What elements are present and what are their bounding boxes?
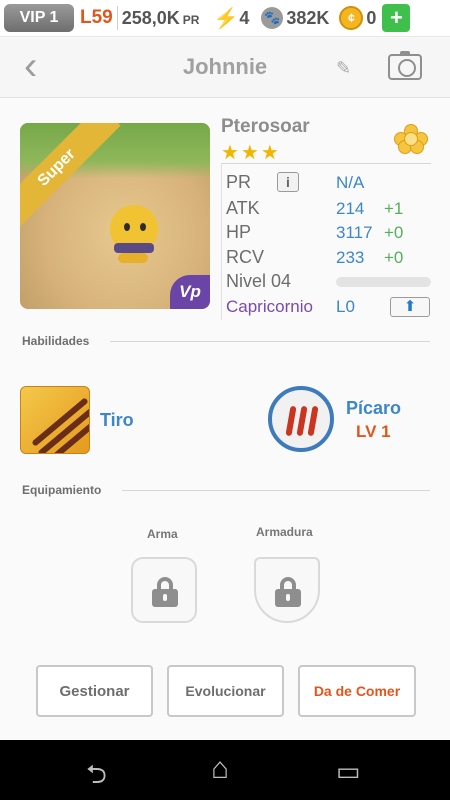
divider [221,163,222,320]
add-currency-button[interactable]: + [382,4,411,32]
trait-name[interactable]: Pícaro [346,398,401,419]
nav-home-icon[interactable]: ⌂ [211,752,229,786]
element-flower-icon [394,124,428,154]
stat-rcv-label: RCV [226,247,265,267]
pr-unit: PR [182,12,200,27]
food-count: 382K [286,7,330,28]
star-rating: ★★★ [221,142,281,164]
level-progress-bar [336,277,431,287]
pet-species: Pterosoar [221,116,310,137]
system-nav-bar: ⮌ ⌂ ▭ [0,740,450,800]
coin-count: 0 [366,7,377,28]
vip-badge[interactable]: VIP 1 [4,4,74,32]
skill-name[interactable]: Tiro [100,410,134,431]
lock-icon [152,577,178,607]
pet-portrait[interactable]: Super Vp [20,123,210,309]
stat-rcv-bonus: +0 [384,248,404,267]
edit-name-icon[interactable]: ✎ [336,58,351,79]
page-title: Johnnie [182,54,268,79]
zodiac-sign[interactable]: Capricornio [226,297,313,317]
weapon-slot-label: Arma [147,527,178,541]
status-bar: VIP 1 L59 258,0K PR ⚡ 4 🐾 382K ¢ 0 + [0,0,450,37]
stat-hp-label: HP [226,222,252,242]
zodiac-level: L0 [336,297,355,316]
armor-slot-label: Armadura [256,525,313,539]
nav-back-icon[interactable]: ⮌ [86,756,107,800]
camera-icon[interactable] [388,51,422,80]
stat-atk-bonus: +1 [384,199,404,218]
manage-button[interactable]: Gestionar [36,665,153,717]
player-pr: 258,0K PR [122,8,200,29]
arrows-skill-icon[interactable] [20,386,90,454]
trait-level: LV 1 [356,422,391,441]
divider [221,163,431,164]
stat-atk-value: 214 [336,199,365,218]
section-title-skills: Habilidades [22,334,90,348]
stat-atk-label: ATK [226,198,260,218]
page-header: ‹ Johnnie ✎ [0,38,450,98]
claw-trait-icon[interactable] [268,386,334,452]
zodiac-upgrade-button[interactable]: ⬆ [390,297,430,317]
feed-button[interactable]: Da de Comer [298,665,416,717]
coin-icon: ¢ [339,6,364,30]
stat-hp-value: 3117 [336,223,373,242]
divider [110,341,430,342]
stat-pr-label: PR [226,172,252,192]
info-icon[interactable]: i [277,172,299,192]
stat-hp-bonus: +0 [384,223,404,242]
vp-badge: Vp [170,275,210,309]
stat-level-label: Nivel 04 [226,271,292,291]
nav-recents-icon[interactable]: ▭ [336,756,361,787]
stat-rcv-value: 233 [336,248,365,267]
energy-icon: ⚡ [213,7,239,30]
divider [122,490,430,491]
player-level: L59 [80,7,113,28]
weapon-slot[interactable] [131,557,197,623]
pr-value: 258,0K [121,7,180,28]
armor-slot[interactable] [254,557,320,623]
divider [116,6,118,30]
pet-sprite [100,193,170,263]
evolve-button[interactable]: Evolucionar [167,665,284,717]
paw-icon: 🐾 [261,7,284,29]
section-title-equipment: Equipamiento [22,483,102,497]
stat-pr-value: N/A [336,173,365,192]
lock-icon [275,577,301,607]
energy-count: 4 [239,7,250,28]
